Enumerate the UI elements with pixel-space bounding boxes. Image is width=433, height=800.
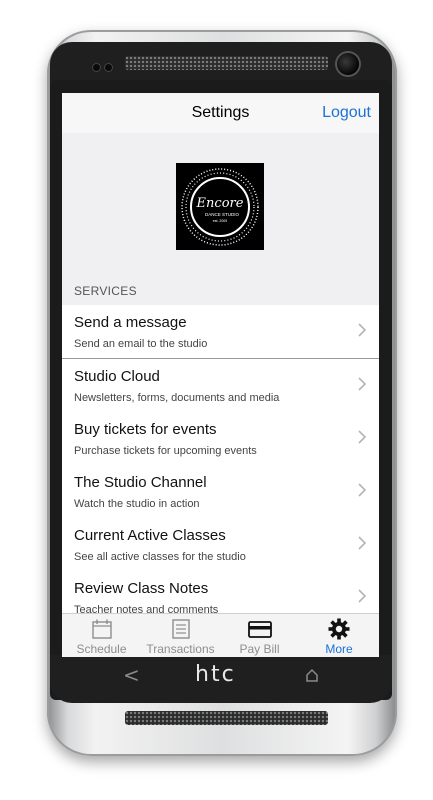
- list-item-subtitle: Watch the studio in action: [74, 498, 200, 510]
- list-item-active-classes[interactable]: Current Active Classes See all active cl…: [62, 518, 379, 571]
- speaker-grille: [125, 711, 328, 725]
- list-item-studio-channel[interactable]: The Studio Channel Watch the studio in a…: [62, 465, 379, 518]
- studio-logo: Encore DANCE STUDIO est. 2009: [176, 163, 264, 250]
- list-item-title: Buy tickets for events: [74, 421, 217, 438]
- tab-label: More: [325, 642, 353, 656]
- logo-sub-text: DANCE STUDIO: [205, 212, 240, 217]
- list-item-studio-cloud[interactable]: Studio Cloud Newsletters, forms, documen…: [62, 359, 379, 412]
- list-item-title: The Studio Channel: [74, 474, 207, 491]
- chevron-right-icon: [358, 377, 367, 391]
- tab-transactions[interactable]: Transactions: [141, 614, 220, 657]
- credit-card-icon: [247, 621, 272, 638]
- chevron-right-icon: [358, 323, 367, 337]
- list-item-subtitle: Newsletters, forms, documents and media: [74, 392, 280, 404]
- earpiece-grille: [125, 56, 328, 70]
- tab-label: Transactions: [146, 642, 215, 656]
- services-list: Send a message Send an email to the stud…: [62, 305, 379, 624]
- list-item-subtitle: See all active classes for the studio: [74, 551, 246, 563]
- light-sensor: [105, 64, 112, 71]
- tab-bar: Schedule Transactions Pay Bill More: [62, 613, 379, 657]
- home-key-icon[interactable]: [305, 667, 319, 686]
- tab-schedule[interactable]: Schedule: [62, 614, 141, 657]
- services-header: SERVICES: [74, 284, 137, 298]
- logo-brand-text: Encore: [196, 196, 244, 211]
- tab-more[interactable]: More: [299, 614, 379, 657]
- list-item-title: Current Active Classes: [74, 527, 226, 544]
- chevron-right-icon: [358, 430, 367, 444]
- tab-label: Pay Bill: [239, 642, 280, 656]
- calendar-icon: [91, 619, 112, 639]
- proximity-sensor: [93, 64, 100, 71]
- list-item-title: Review Class Notes: [74, 580, 209, 597]
- list-item-send-message[interactable]: Send a message Send an email to the stud…: [62, 305, 379, 359]
- list-item-title: Send a message: [74, 314, 187, 331]
- chevron-right-icon: [358, 483, 367, 497]
- list-item-buy-tickets[interactable]: Buy tickets for events Purchase tickets …: [62, 412, 379, 465]
- front-camera: [337, 53, 359, 75]
- navigation-bar: Settings Logout: [62, 93, 379, 133]
- logo-est-text: est. 2009: [213, 219, 227, 223]
- chevron-right-icon: [358, 589, 367, 603]
- gear-icon: [328, 618, 350, 640]
- app-screen: Settings Logout Encore DANCE STUDIO est.…: [62, 93, 379, 657]
- list-icon: [171, 619, 190, 639]
- chevron-right-icon: [358, 536, 367, 550]
- tab-label: Schedule: [76, 642, 127, 656]
- list-item-title: Studio Cloud: [74, 368, 160, 385]
- tab-pay-bill[interactable]: Pay Bill: [220, 614, 299, 657]
- logout-button[interactable]: Logout: [322, 104, 371, 122]
- list-item-subtitle: Purchase tickets for upcoming events: [74, 445, 257, 457]
- device-brand-logo: htc: [195, 662, 236, 687]
- back-key-icon[interactable]: <: [123, 663, 140, 687]
- list-item-subtitle: Send an email to the studio: [74, 338, 208, 350]
